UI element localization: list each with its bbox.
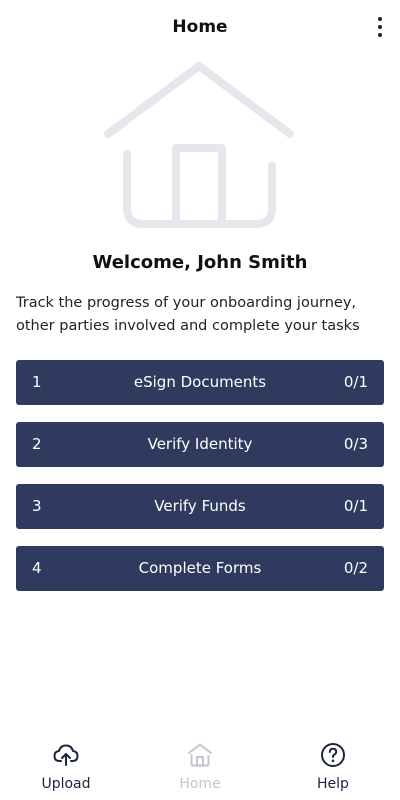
- nav-help-label: Help: [317, 776, 349, 792]
- nav-upload[interactable]: Upload: [1, 730, 131, 800]
- welcome-heading: Welcome, John Smith: [92, 252, 308, 273]
- task-progress: 0/2: [343, 559, 368, 577]
- task-progress: 0/1: [343, 373, 368, 391]
- task-label: eSign Documents: [133, 373, 267, 391]
- task-verify-identity-button[interactable]: 2 Verify Identity 0/3: [16, 422, 384, 467]
- task-complete-forms-button[interactable]: 4 Complete Forms 0/2: [16, 546, 384, 591]
- task-label: Complete Forms: [138, 559, 262, 577]
- task-label: Verify Identity: [147, 435, 253, 453]
- cloud-upload-icon: [53, 742, 79, 768]
- nav-upload-label: Upload: [41, 776, 91, 792]
- task-list: 1 eSign Documents 0/1 2 Verify Identity …: [16, 360, 384, 608]
- nav-home[interactable]: Home: [135, 730, 265, 800]
- task-label: Verify Funds: [154, 497, 246, 515]
- more-options-button[interactable]: [372, 14, 388, 40]
- page-title: Home: [172, 17, 228, 37]
- house-illustration-icon: [100, 58, 300, 234]
- app-header: Home: [0, 0, 400, 56]
- task-progress: 0/3: [343, 435, 368, 453]
- task-esign-documents-button[interactable]: 1 eSign Documents 0/1: [16, 360, 384, 405]
- nav-home-label: Home: [179, 776, 221, 792]
- onboarding-description: Track the progress of your onboarding jo…: [16, 295, 360, 334]
- home-screen: Home Welcome, John Smith Track the progr…: [0, 0, 400, 800]
- task-progress: 0/1: [343, 497, 368, 515]
- home-icon: [187, 742, 213, 768]
- bottom-navigation: Upload Home Help: [0, 730, 400, 800]
- help-circle-icon: [320, 742, 346, 768]
- nav-help[interactable]: Help: [268, 730, 398, 800]
- task-verify-funds-button[interactable]: 3 Verify Funds 0/1: [16, 484, 384, 529]
